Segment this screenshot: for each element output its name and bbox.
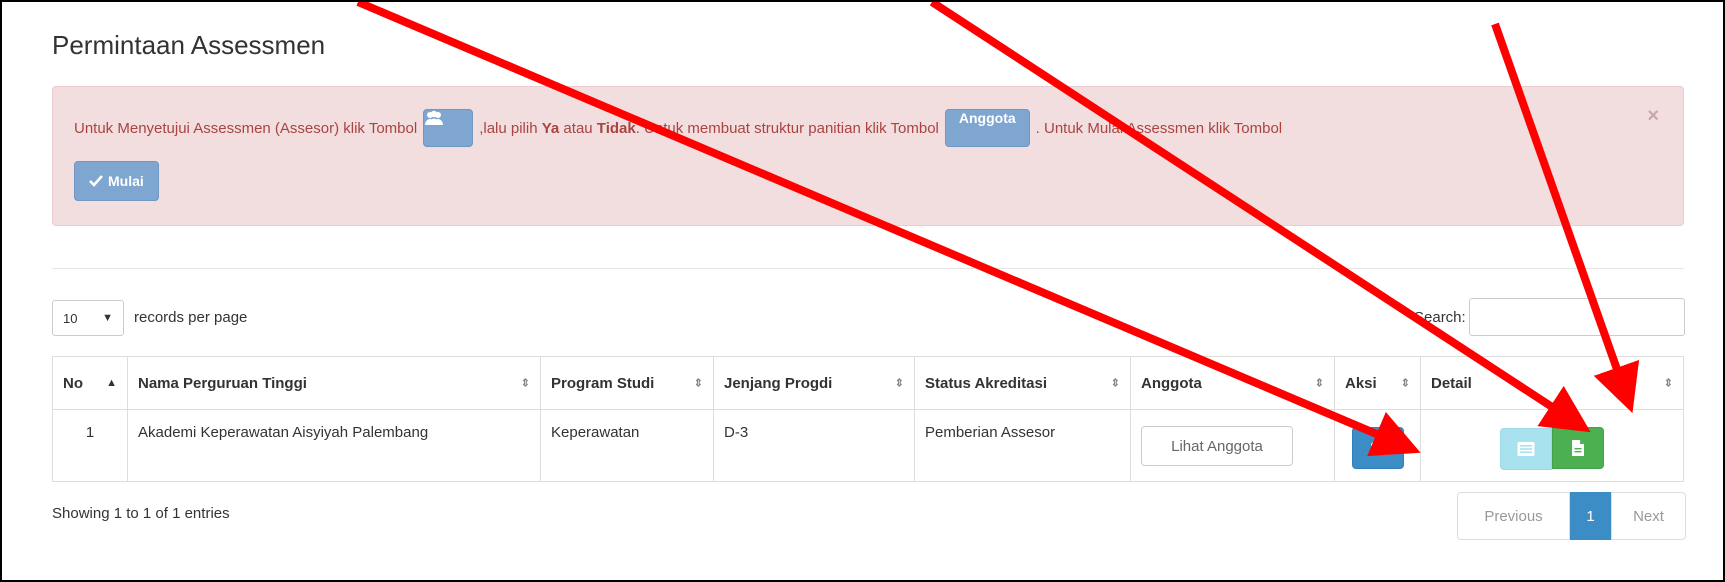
users-icon <box>1368 440 1387 455</box>
cell-aksi <box>1334 409 1421 482</box>
table-row: 1 Akademi Keperawatan Aisyiyah Palembang… <box>52 409 1684 482</box>
header-jenjang[interactable]: Jenjang Progdi ⇕ <box>713 356 915 410</box>
detail-list-button[interactable] <box>1499 428 1552 470</box>
pagination-page-1[interactable]: 1 <box>1570 492 1611 540</box>
search-label: Search: <box>1414 309 1466 326</box>
section-divider <box>52 268 1684 269</box>
alert-bold-ya: Ya <box>541 119 560 137</box>
cell-status: Pemberian Assesor <box>914 409 1131 482</box>
screenshot-frame: Permintaan Assessmen Untuk Menyetujui As… <box>0 0 1725 582</box>
assessment-table: No ▲ Nama Perguruan Tinggi ⇕ Program Studi… <box>52 356 1684 482</box>
sort-icon: ⇕ <box>693 377 703 390</box>
records-per-page-value: 10 <box>63 310 78 326</box>
pagination: Previous 1 Next <box>1457 492 1686 540</box>
header-no[interactable]: No ▲ <box>52 356 128 410</box>
alert-text-4: . Untuk membuat struktur panitian klik T… <box>635 119 939 137</box>
info-alert: Untuk Menyetujui Assessmen (Assesor) kli… <box>52 86 1684 226</box>
sort-icon: ⇕ <box>894 377 904 390</box>
lihat-anggota-button[interactable]: Lihat Anggota <box>1141 426 1293 466</box>
header-anggota[interactable]: Anggota ⇕ <box>1130 356 1335 410</box>
alert-line: Untuk Menyetujui Assessmen (Assesor) kli… <box>74 109 1282 147</box>
check-icon <box>89 175 103 187</box>
cell-jenjang: D-3 <box>713 409 915 482</box>
sort-icon: ⇕ <box>1400 377 1410 390</box>
file-icon <box>1572 440 1585 456</box>
cell-nama: Akademi Keperawatan Aisyiyah Palembang <box>127 409 541 482</box>
alert-mulai-button-sample: Mulai <box>74 161 159 201</box>
caret-down-icon: ▼ <box>102 312 113 324</box>
alert-text-1: Untuk Menyetujui Assessmen (Assesor) kli… <box>74 119 418 137</box>
cell-anggota: Lihat Anggota <box>1130 409 1335 482</box>
alert-assessor-button-sample <box>423 109 474 147</box>
alert-text-3: atau <box>559 119 597 137</box>
sort-asc-icon: ▲ <box>106 377 117 389</box>
alert-text-5: . Untuk Mulai Assessmen klik Tombol <box>1035 119 1283 137</box>
sort-icon: ⇕ <box>1110 377 1120 390</box>
records-per-page-select[interactable]: 10 ▼ <box>52 300 124 336</box>
header-prodi[interactable]: Program Studi ⇕ <box>540 356 714 410</box>
assessor-action-button[interactable] <box>1351 427 1404 469</box>
table-header-row: No ▲ Nama Perguruan Tinggi ⇕ Program Studi… <box>52 356 1684 410</box>
header-aksi[interactable]: Aksi ⇕ <box>1334 356 1421 410</box>
alert-text-2: ,lalu pilih <box>479 119 542 137</box>
alert-bold-tidak: Tidak <box>596 119 636 137</box>
alert-anggota-button-sample: Anggota <box>944 109 1030 147</box>
header-detail[interactable]: Detail ⇕ <box>1420 356 1684 410</box>
detail-document-button[interactable] <box>1552 427 1605 469</box>
pagination-next[interactable]: Next <box>1611 492 1686 540</box>
alert-close-icon[interactable]: × <box>1647 105 1659 128</box>
users-icon <box>425 110 444 125</box>
cell-prodi: Keperawatan <box>540 409 714 482</box>
sort-icon: ⇕ <box>1663 377 1673 390</box>
header-status[interactable]: Status Akreditasi ⇕ <box>914 356 1131 410</box>
sort-icon: ⇕ <box>520 377 530 390</box>
entries-info: Showing 1 to 1 of 1 entries <box>52 505 230 522</box>
page-title: Permintaan Assessmen <box>52 30 326 60</box>
cell-detail <box>1420 409 1684 482</box>
list-icon <box>1517 442 1535 456</box>
sort-icon: ⇕ <box>1314 377 1324 390</box>
cell-no: 1 <box>52 409 128 482</box>
mulai-label: Mulai <box>108 173 144 189</box>
records-per-page-label: records per page <box>134 309 248 326</box>
search-input[interactable] <box>1469 298 1685 336</box>
header-nama[interactable]: Nama Perguruan Tinggi ⇕ <box>127 356 541 410</box>
pagination-previous[interactable]: Previous <box>1457 492 1570 540</box>
